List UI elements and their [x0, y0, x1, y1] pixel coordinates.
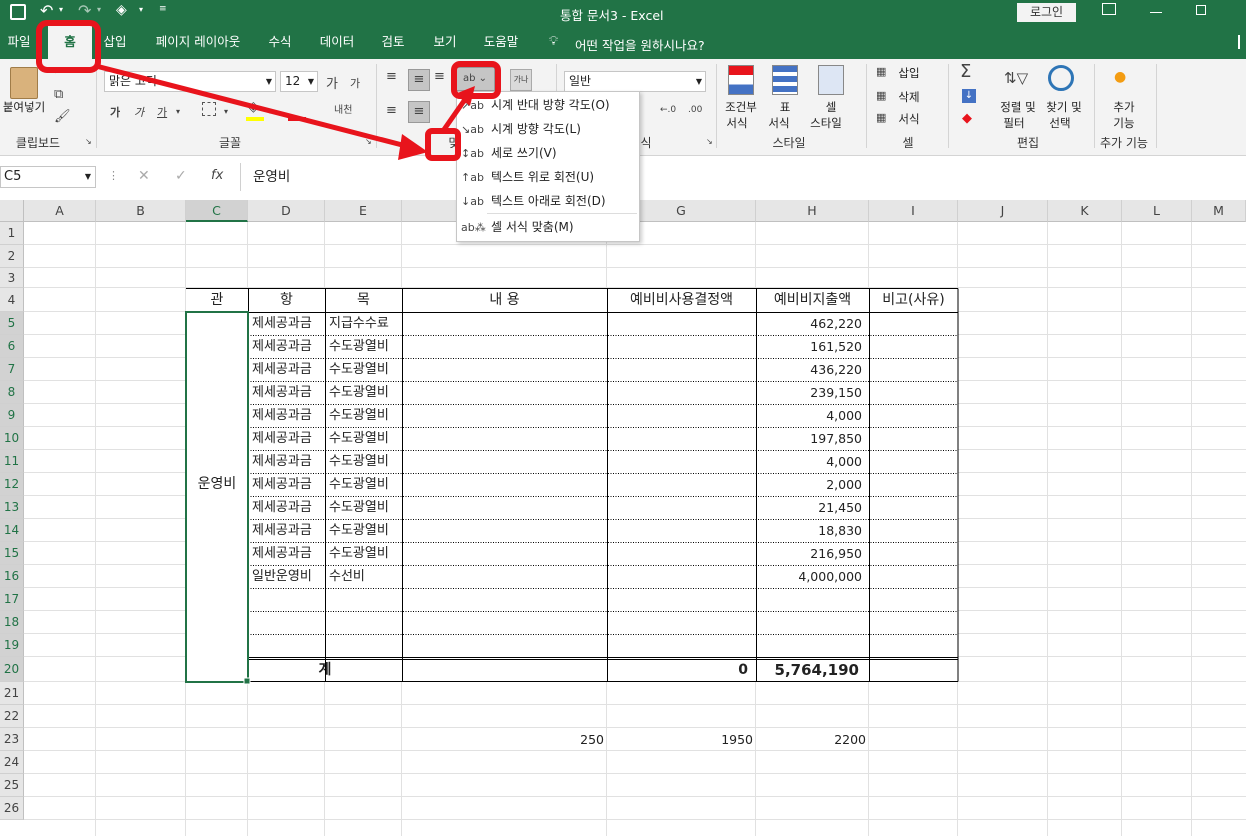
annotation-box-alignment [425, 128, 461, 161]
annotation-overlay [36, 20, 501, 161]
annotation-arrow-line [95, 63, 411, 150]
annotation-arrowhead-1 [398, 134, 428, 160]
annotation-arrow-up [440, 96, 469, 133]
annotation-box-home-tab [36, 20, 101, 73]
annotation-box-orientation [451, 61, 501, 99]
